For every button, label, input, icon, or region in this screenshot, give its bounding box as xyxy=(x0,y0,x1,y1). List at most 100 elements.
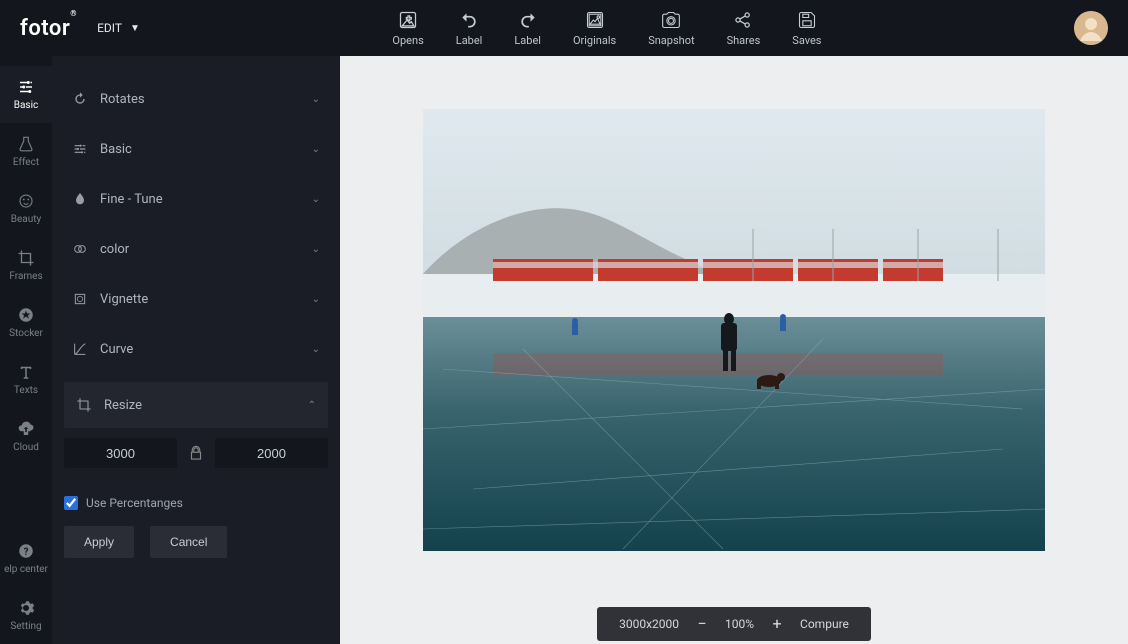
panel-label: Resize xyxy=(104,398,142,413)
nav-texts[interactable]: Texts xyxy=(0,351,52,408)
redo-button[interactable]: Label xyxy=(514,10,541,47)
venn-icon xyxy=(72,241,88,257)
status-bar: 3000x2000 − 100% + Compure xyxy=(340,604,1128,644)
rotate-icon xyxy=(72,91,88,107)
toolbar-label: Saves xyxy=(792,34,821,47)
panel-label: color xyxy=(100,242,129,257)
chevron-down-icon: ⌄ xyxy=(312,94,320,105)
nav-label: Texts xyxy=(14,385,38,396)
panel-label: Rotates xyxy=(100,92,145,107)
toolbar-label: Opens xyxy=(392,34,423,47)
lock-icon[interactable] xyxy=(187,444,205,462)
nav-frames[interactable]: Frames xyxy=(0,237,52,294)
canvas-area: 3000x2000 − 100% + Compure xyxy=(340,56,1128,644)
panel-label: Fine - Tune xyxy=(100,192,163,207)
toolbar-label: Label xyxy=(456,34,483,47)
panel-label: Curve xyxy=(100,342,133,357)
nav-label: Beauty xyxy=(11,214,42,225)
use-percentages-label: Use Percentanges xyxy=(86,496,183,510)
panel-label: Vignette xyxy=(100,292,148,307)
originals-button[interactable]: Originals xyxy=(573,10,616,47)
sliders-icon xyxy=(72,141,88,157)
use-percentages-checkbox[interactable]: Use Percentanges xyxy=(64,496,328,510)
undo-button[interactable]: Label xyxy=(456,10,483,47)
panel-row-curve[interactable]: Curve ⌄ xyxy=(52,324,340,374)
panel-row-rotates[interactable]: Rotates ⌄ xyxy=(52,74,340,124)
toolbar-label: Originals xyxy=(573,34,616,47)
status-dimensions: 3000x2000 xyxy=(619,617,679,631)
canvas-viewport[interactable] xyxy=(340,56,1128,604)
nav-label: elp center xyxy=(4,564,48,575)
nav-cloud[interactable]: Cloud xyxy=(0,408,52,465)
nav-help[interactable]: ? elp center xyxy=(0,530,52,587)
image-icon xyxy=(585,10,605,30)
toolbar-label: Label xyxy=(514,34,541,47)
nav-label: Basic xyxy=(14,100,39,111)
cloud-upload-icon xyxy=(17,420,35,438)
sliders-icon xyxy=(17,78,35,96)
user-avatar[interactable] xyxy=(1074,11,1108,45)
camera-icon xyxy=(661,10,681,30)
toolbar-label: Snapshot xyxy=(648,34,694,47)
panel-label: Basic xyxy=(100,142,132,157)
status-zoom: 100% xyxy=(725,617,754,631)
chevron-up-icon: ⌃ xyxy=(308,400,316,411)
chevron-down-icon: ⌄ xyxy=(312,194,320,205)
share-icon xyxy=(733,10,753,30)
flask-icon xyxy=(17,135,35,153)
compare-button[interactable]: Compure xyxy=(800,617,849,631)
chevron-down-icon: ⌄ xyxy=(312,144,320,155)
chevron-down-icon: ⌄ xyxy=(312,344,320,355)
save-icon xyxy=(797,10,817,30)
logo: fotor® xyxy=(20,16,77,41)
panel-row-resize[interactable]: Resize ⌃ xyxy=(64,382,328,428)
shares-button[interactable]: Shares xyxy=(727,10,761,47)
nav-label: Frames xyxy=(9,271,42,282)
panel-section-resize: Resize ⌃ xyxy=(64,382,328,428)
cancel-button[interactable]: Cancel xyxy=(150,526,227,558)
panel-row-vignette[interactable]: Vignette ⌄ xyxy=(52,274,340,324)
zoom-out-button[interactable]: − xyxy=(695,616,709,632)
svg-text:?: ? xyxy=(24,547,29,558)
undo-icon xyxy=(459,10,479,30)
snapshot-button[interactable]: Snapshot xyxy=(648,10,694,47)
nav-effect[interactable]: Effect xyxy=(0,123,52,180)
curve-icon xyxy=(72,341,88,357)
droplet-icon xyxy=(72,191,88,207)
edit-menu[interactable]: EDIT ▼ xyxy=(97,21,140,35)
nav-basic[interactable]: Basic xyxy=(0,66,52,123)
top-header: fotor® EDIT ▼ Opens Label Label Original… xyxy=(0,0,1128,56)
nav-label: Cloud xyxy=(13,442,39,453)
apply-button[interactable]: Apply xyxy=(64,526,134,558)
image-plus-icon xyxy=(398,10,418,30)
help-icon: ? xyxy=(17,542,35,560)
star-icon xyxy=(17,306,35,324)
nav-stocker[interactable]: Stocker xyxy=(0,294,52,351)
nav-label: Effect xyxy=(13,157,39,168)
panel-row-color[interactable]: color ⌄ xyxy=(52,224,340,274)
use-percentages-input[interactable] xyxy=(64,496,78,510)
crop-icon xyxy=(76,397,92,413)
nav-label: Setting xyxy=(10,621,41,632)
square-icon xyxy=(72,291,88,307)
side-panel: Rotates ⌄ Basic ⌄ Fine - Tune ⌄ color ⌄ … xyxy=(52,56,340,644)
face-icon xyxy=(17,192,35,210)
editing-image[interactable] xyxy=(423,109,1045,551)
opens-button[interactable]: Opens xyxy=(392,10,423,47)
resize-width-input[interactable] xyxy=(64,438,177,468)
saves-button[interactable]: Saves xyxy=(792,10,821,47)
redo-icon xyxy=(518,10,538,30)
zoom-in-button[interactable]: + xyxy=(770,616,784,632)
top-toolbar: Opens Label Label Originals Snapshot Sha… xyxy=(392,10,821,47)
panel-row-basic[interactable]: Basic ⌄ xyxy=(52,124,340,174)
nav-setting[interactable]: Setting xyxy=(0,587,52,644)
chevron-down-icon: ▼ xyxy=(130,23,140,34)
left-nav-rail: Basic Effect Beauty Frames Stocker Texts xyxy=(0,56,52,644)
edit-menu-label: EDIT xyxy=(97,21,122,35)
panel-row-finetune[interactable]: Fine - Tune ⌄ xyxy=(52,174,340,224)
chevron-down-icon: ⌄ xyxy=(312,244,320,255)
nav-label: Stocker xyxy=(9,328,43,339)
gear-icon xyxy=(17,599,35,617)
nav-beauty[interactable]: Beauty xyxy=(0,180,52,237)
resize-height-input[interactable] xyxy=(215,438,328,468)
